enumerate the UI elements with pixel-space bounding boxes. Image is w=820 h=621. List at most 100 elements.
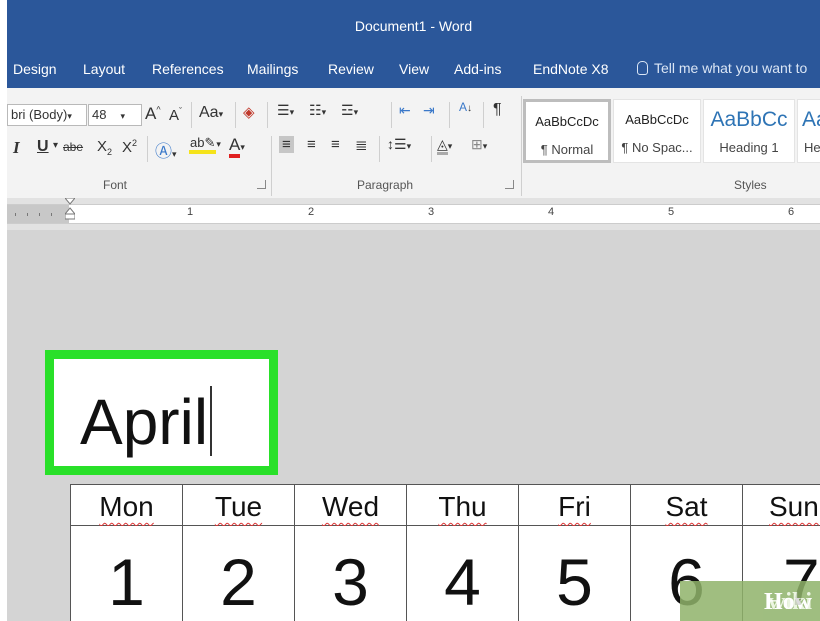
decrease-indent-button[interactable]: ⇤ [399, 102, 411, 119]
grow-font-button[interactable]: A^ [145, 104, 161, 124]
month-heading-highlight[interactable]: April [45, 350, 278, 475]
day-name: Wed [321, 491, 380, 522]
divider [431, 136, 432, 162]
ruler-margin [7, 205, 69, 223]
ruler-number: 3 [428, 206, 435, 218]
date-cell[interactable]: 3 [294, 526, 406, 621]
tab-mailings[interactable]: Mailings [247, 61, 298, 77]
eraser-icon: ◈ [243, 104, 255, 121]
chevron-down-icon: ▾ [120, 111, 125, 121]
horizontal-ruler[interactable]: 1 2 3 4 5 6 [7, 198, 820, 230]
group-label-font: Font [103, 178, 128, 192]
font-dialog-launcher[interactable] [257, 180, 266, 189]
tab-review[interactable]: Review [328, 61, 374, 77]
ribbon: bri (Body)▾ 48 ▾ A^ Aˇ Aa▾ ◈ I U ▾ abe X2… [7, 88, 820, 199]
day-header[interactable]: Thu [406, 484, 518, 526]
text-effects-button[interactable]: Ⓐ▾ [155, 137, 177, 162]
tab-view[interactable]: View [399, 61, 429, 77]
style-normal[interactable]: AaBbCcDc ¶ Normal [523, 99, 611, 163]
numbering-button[interactable]: ☷▾ [309, 102, 326, 119]
ruler-tick [39, 213, 40, 216]
borders-icon: ⊞ [471, 136, 483, 152]
style-name: He [804, 140, 820, 155]
font-name-value: bri (Body) [11, 107, 68, 122]
day-header[interactable]: Fri [518, 484, 630, 526]
align-right-button[interactable]: ≡ [331, 136, 340, 153]
font-size-combo[interactable]: 48 ▾ [88, 104, 142, 126]
shading-button[interactable]: ◬▾ [437, 136, 452, 155]
document-area[interactable]: April Mon Tue Wed Thu Fri Sat Sun 1 2 3 … [7, 230, 820, 621]
paragraph-dialog-launcher[interactable] [505, 180, 514, 189]
italic-button[interactable]: I [13, 138, 20, 158]
text-effects-icon: Ⓐ [155, 142, 172, 161]
date-cell[interactable]: 5 [518, 526, 630, 621]
sort-icon: A [459, 100, 468, 114]
day-name: Sat [665, 491, 708, 522]
highlight-button[interactable]: ab✎▾ [189, 135, 221, 154]
day-header[interactable]: Wed [294, 484, 406, 526]
day-header[interactable]: Sun [742, 484, 820, 526]
indent-marker-icon[interactable] [65, 198, 75, 220]
style-heading-2[interactable]: Aa He [797, 99, 820, 163]
show-hide-button[interactable]: ¶ [493, 101, 502, 119]
tell-me-search[interactable]: Tell me what you want to [637, 60, 807, 76]
increase-indent-button[interactable]: ⇥ [423, 102, 435, 119]
clear-formatting-button[interactable]: ◈ [243, 103, 255, 121]
day-header[interactable]: Tue [182, 484, 294, 526]
month-heading[interactable]: April [80, 385, 213, 459]
ruler-number: 5 [668, 206, 675, 218]
align-left-icon: ≡ [282, 136, 291, 153]
day-name: Sun [769, 491, 819, 522]
multilevel-list-icon: ☲ [341, 102, 354, 118]
title-bar: Document1 - Word [7, 0, 820, 50]
justify-button[interactable]: ≣ [355, 136, 368, 154]
bullets-button[interactable]: ☰▾ [277, 102, 294, 119]
date-cell[interactable]: 1 [70, 526, 182, 621]
day-header[interactable]: Mon [70, 484, 182, 526]
date-cell[interactable]: 2 [182, 526, 294, 621]
ruler-number: 4 [548, 206, 555, 218]
subscript-icon: X [97, 138, 108, 155]
tab-references[interactable]: References [152, 61, 224, 77]
line-spacing-button[interactable]: ↕☰▾ [387, 136, 411, 153]
change-case-icon: Aa [199, 104, 219, 121]
style-no-spacing[interactable]: AaBbCcDc ¶ No Spac... [613, 99, 701, 163]
underline-dropdown[interactable]: ▾ [53, 140, 58, 151]
shrink-font-button[interactable]: Aˇ [169, 106, 182, 124]
style-name: ¶ Normal [540, 142, 594, 157]
date-cell[interactable]: 4 [406, 526, 518, 621]
divider [449, 102, 450, 128]
borders-button[interactable]: ⊞▾ [471, 136, 487, 153]
increase-indent-icon: ⇥ [423, 102, 435, 118]
font-color-button[interactable]: A▾ [229, 135, 245, 158]
font-name-combo[interactable]: bri (Body)▾ [7, 104, 87, 126]
tell-me-text: Tell me what you want to [654, 60, 808, 76]
style-sample: AaBbCc [710, 108, 788, 131]
tab-add-ins[interactable]: Add-ins [454, 61, 501, 77]
change-case-button[interactable]: Aa▾ [199, 104, 223, 122]
day-header[interactable]: Sat [630, 484, 742, 526]
tab-layout[interactable]: Layout [83, 61, 125, 77]
multilevel-list-button[interactable]: ☲▾ [341, 102, 358, 119]
divider [271, 136, 272, 196]
tab-endnote[interactable]: EndNote X8 [533, 61, 609, 77]
align-center-button[interactable]: ≡ [307, 136, 316, 153]
divider [191, 102, 192, 128]
underline-button[interactable]: U [37, 138, 49, 156]
day-name: Thu [438, 491, 487, 522]
month-heading-text: April [80, 386, 209, 458]
ruler-number: 6 [788, 206, 795, 218]
subscript-button[interactable]: X2 [97, 138, 112, 157]
day-name: Mon [99, 491, 154, 522]
sort-button[interactable]: A↓ [459, 100, 472, 114]
strikethrough-button[interactable]: abe [63, 140, 83, 154]
superscript-button[interactable]: X2 [122, 138, 137, 156]
wikihow-watermark: wiki How [680, 581, 820, 621]
style-heading-1[interactable]: AaBbCc Heading 1 [703, 99, 795, 163]
align-right-icon: ≡ [331, 136, 340, 153]
divider [521, 96, 522, 196]
group-label-paragraph: Paragraph [357, 178, 414, 192]
tab-design[interactable]: Design [13, 61, 57, 77]
superscript-icon: X [122, 139, 133, 156]
align-left-button[interactable]: ≡ [279, 136, 294, 153]
